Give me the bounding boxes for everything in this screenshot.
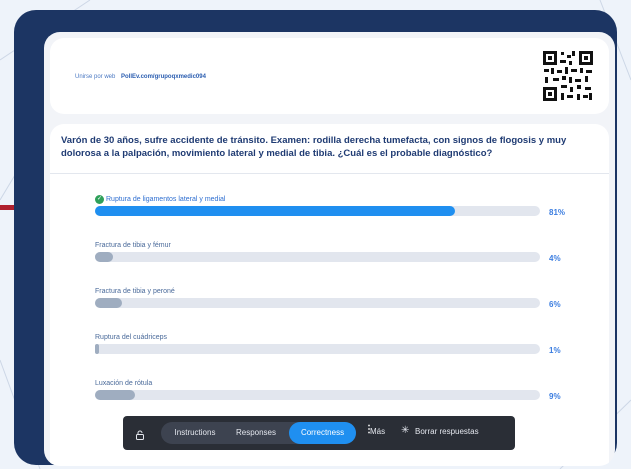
sparkle-clear-icon: ✳: [401, 425, 410, 436]
result-bar-fill: [95, 252, 113, 262]
divider: [50, 173, 609, 174]
poll-option: Luxación de rótula 9%: [95, 380, 595, 410]
option-label: Ruptura de ligamentos lateral y medial: [106, 196, 226, 203]
result-bar-track: [95, 298, 540, 308]
qr-code-icon: [541, 49, 595, 103]
join-instructions: Unirse por web PollEv.com/grupoqxmedic09…: [75, 74, 206, 80]
option-percent: 9%: [549, 392, 561, 401]
poll-option: Fractura de tibia y fémur 4%: [95, 242, 595, 272]
option-label: Ruptura del cuádriceps: [95, 334, 167, 341]
clear-label: Borrar respuestas: [415, 427, 479, 436]
check-icon: ✓: [95, 195, 104, 204]
result-bar-track: [95, 252, 540, 262]
result-bar-track: [95, 344, 540, 354]
tab-instructions[interactable]: Instructions: [167, 422, 223, 444]
poll-card: Varón de 30 años, sufre accidente de trá…: [50, 124, 609, 466]
join-card: Unirse por web PollEv.com/grupoqxmedic09…: [50, 38, 609, 114]
poll-option: Fractura de tibia y peroné 6%: [95, 288, 595, 318]
join-url-link[interactable]: PollEv.com/grupoqxmedic094: [121, 74, 206, 80]
result-bar-fill: [95, 344, 100, 354]
more-button[interactable]: ⋮ Más: [364, 425, 385, 437]
result-bar-fill: [95, 206, 456, 216]
tab-responses[interactable]: Responses: [227, 422, 285, 444]
result-bar-fill: [95, 390, 136, 400]
poll-screen: Unirse por web PollEv.com/grupoqxmedic09…: [44, 32, 615, 466]
clear-responses-button[interactable]: ✳ Borrar respuestas: [401, 425, 479, 436]
option-label: Fractura de tibia y fémur: [95, 242, 171, 249]
option-percent: 1%: [549, 346, 561, 355]
join-label: Unirse por web: [75, 74, 116, 80]
poll-option: ✓ Ruptura de ligamentos lateral y medial…: [95, 195, 595, 226]
option-percent: 6%: [549, 300, 561, 309]
option-label: Fractura de tibia y peroné: [95, 288, 175, 295]
option-label: Luxación de rótula: [95, 380, 153, 387]
presenter-toolbar: Instructions Responses Correctness ⋮ Más…: [123, 416, 515, 450]
result-bar-track: [95, 206, 540, 216]
result-bar-track: [95, 390, 540, 400]
poll-question: Varón de 30 años, sufre accidente de trá…: [61, 135, 567, 159]
more-dots-icon: ⋮: [364, 424, 374, 435]
lock-icon[interactable]: [135, 427, 145, 440]
option-percent: 4%: [549, 254, 561, 263]
option-percent: 81%: [549, 208, 566, 217]
tab-correctness[interactable]: Correctness: [289, 422, 356, 444]
presentation-frame: Unirse por web PollEv.com/grupoqxmedic09…: [14, 10, 617, 466]
result-bar-fill: [95, 298, 122, 308]
view-tabs: Instructions Responses Correctness: [161, 422, 356, 444]
poll-option: Ruptura del cuádriceps 1%: [95, 334, 595, 364]
